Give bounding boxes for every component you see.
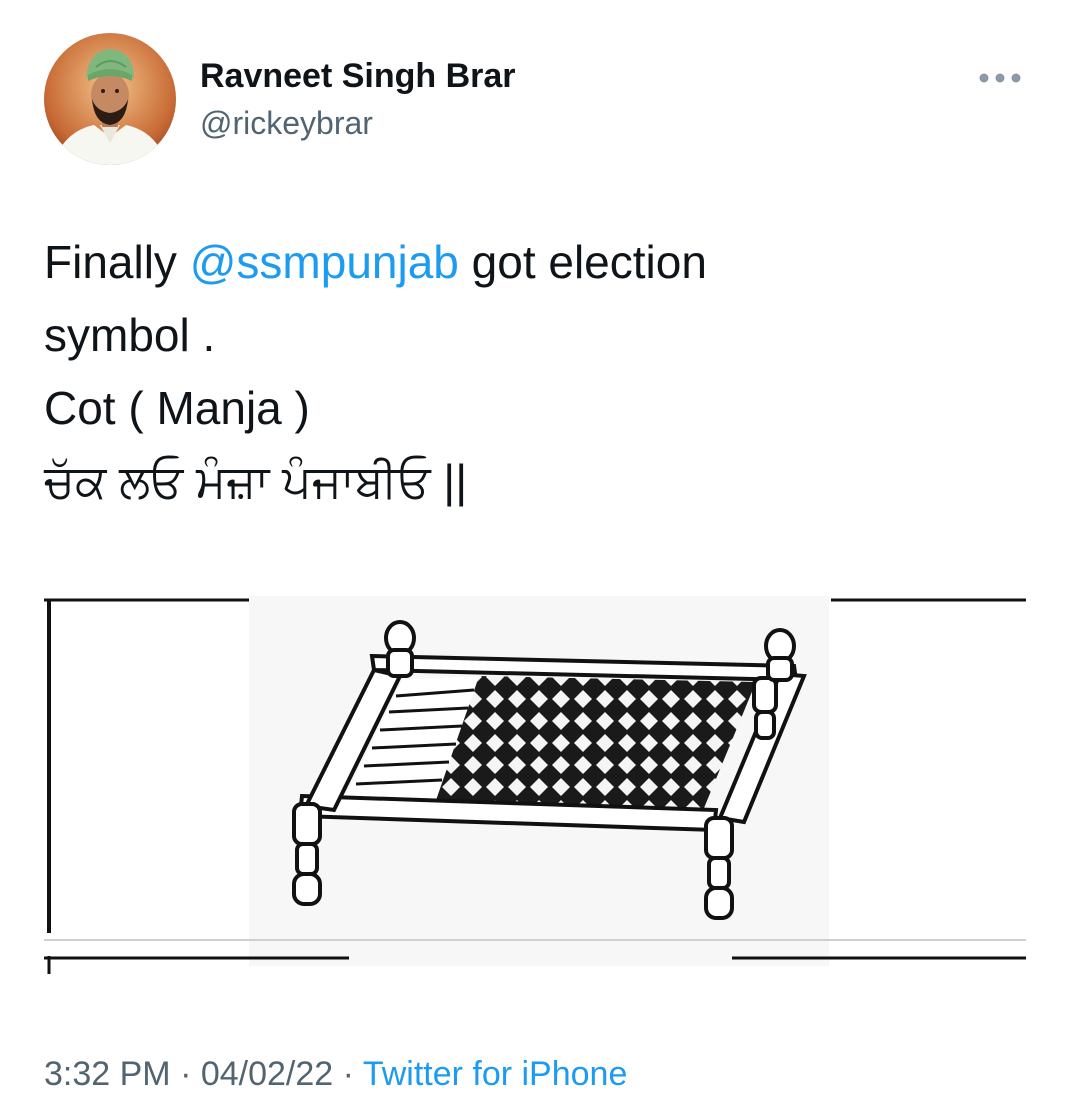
tweet-text: Finally @ssmpunjab got election symbol .… [44,226,1004,518]
tweet-media-image[interactable] [44,578,1026,990]
author-avatar[interactable] [44,33,176,165]
avatar-image [44,33,176,165]
tweet-line-3: Cot ( Manja ) [44,382,310,434]
tweet-line-1: Finally @ssmpunjab got election [44,226,1004,299]
mention-link[interactable]: @ssmpunjab [190,236,459,288]
more-options-button[interactable] [968,56,1032,100]
author-handle[interactable]: @rickeybrar [200,103,516,143]
tweet-line-2: symbol . [44,309,216,361]
more-horizontal-icon [979,73,1021,83]
meta-separator: · [333,1055,363,1093]
meta-separator: · [170,1055,201,1093]
tweet-text-segment: got election [458,236,707,288]
tweet-card: Ravneet Singh Brar @rickeybrar Finally @… [0,0,1068,1119]
tweet-line-4: ਚੱਕ ਲਓ ਮੰਜ਼ਾ ਪੰਜਾਬੀਓ || [44,455,468,507]
tweet-date[interactable]: 04/02/22 [201,1055,333,1093]
tweet-source-link[interactable]: Twitter for iPhone [363,1055,628,1093]
tweet-time[interactable]: 3:32 PM [44,1055,171,1093]
tweet-meta: 3:32 PM · 04/02/22 · Twitter for iPhone [44,1050,627,1098]
tweet-text-segment: Finally [44,236,190,288]
cot-election-symbol-image [44,578,1026,990]
author-display-name[interactable]: Ravneet Singh Brar [200,56,516,96]
author-block: Ravneet Singh Brar @rickeybrar [200,56,516,143]
